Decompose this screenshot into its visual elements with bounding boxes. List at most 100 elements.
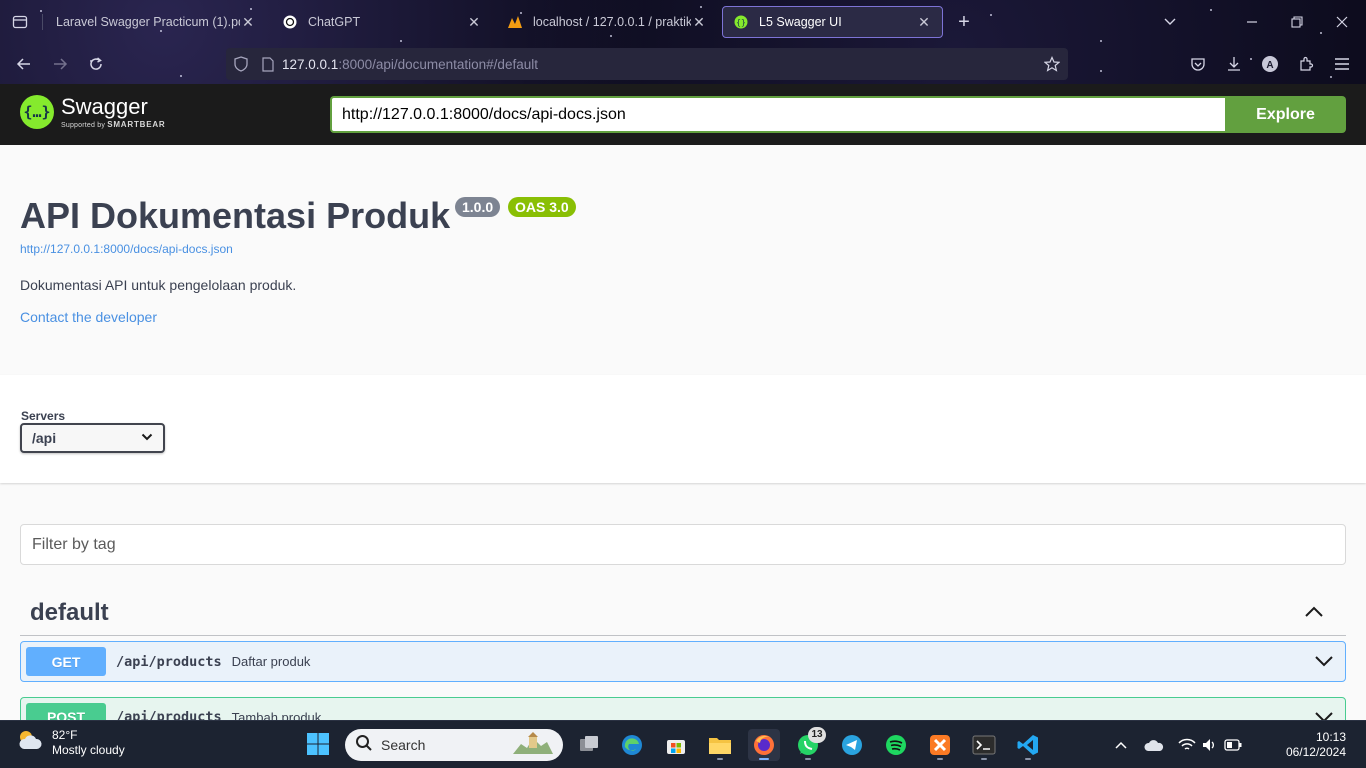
page-title: API Dokumentasi Produk bbox=[20, 195, 451, 236]
system-tray bbox=[1114, 721, 1242, 768]
version-badge: 1.0.0 bbox=[455, 197, 501, 217]
tab-phpmyadmin[interactable]: localhost / 127.0.0.1 / praktikum ✕ bbox=[497, 6, 717, 38]
vscode-icon[interactable] bbox=[1012, 729, 1044, 761]
svg-text:{}: {} bbox=[736, 18, 746, 27]
account-icon[interactable]: A bbox=[1256, 50, 1284, 78]
contact-link[interactable]: Contact the developer bbox=[20, 309, 157, 325]
phpmyadmin-icon bbox=[507, 14, 523, 30]
url-path: :8000/api/documentation#/default bbox=[338, 56, 538, 72]
servers-select[interactable]: /api bbox=[20, 423, 165, 453]
task-view-icon[interactable] bbox=[573, 729, 605, 761]
close-window-icon[interactable] bbox=[1328, 8, 1356, 36]
telegram-icon[interactable] bbox=[836, 729, 868, 761]
search-label: Search bbox=[381, 737, 426, 753]
new-tab-icon[interactable]: + bbox=[950, 8, 978, 36]
operation-summary: Daftar produk bbox=[231, 654, 311, 669]
windows-taskbar: 82°F Mostly cloudy Search 13 10:13 06/12… bbox=[0, 720, 1366, 768]
address-bar[interactable]: 127.0.0.1:8000/api/documentation#/defaul… bbox=[226, 48, 1068, 80]
swagger-logo[interactable]: {…} Swagger Supported by SMARTBEAR bbox=[20, 95, 166, 129]
swagger-logo-icon: {…} bbox=[20, 95, 54, 129]
windows-start-icon[interactable] bbox=[306, 732, 332, 758]
pocket-icon[interactable] bbox=[1184, 50, 1212, 78]
tag-header-default[interactable]: default bbox=[20, 590, 1346, 636]
explore-button[interactable]: Explore bbox=[1225, 96, 1346, 133]
close-icon[interactable]: ✕ bbox=[466, 14, 482, 31]
tab-bar: Laravel Swagger Practicum (1).pdf ✕ Chat… bbox=[0, 0, 1366, 44]
shield-icon[interactable] bbox=[234, 56, 248, 72]
firefox-icon[interactable] bbox=[748, 729, 780, 761]
bookmark-star-icon[interactable] bbox=[1044, 56, 1060, 72]
back-icon[interactable] bbox=[10, 50, 38, 78]
url-text: 127.0.0.1:8000/api/documentation#/defaul… bbox=[282, 57, 538, 72]
minimize-icon[interactable] bbox=[1238, 8, 1266, 36]
reload-icon[interactable] bbox=[82, 50, 110, 78]
navigation-bar: 127.0.0.1:8000/api/documentation#/defaul… bbox=[0, 44, 1366, 84]
tag-name: default bbox=[30, 598, 109, 626]
weather-widget[interactable]: 82°F Mostly cloudy bbox=[16, 727, 125, 758]
chevron-down-icon bbox=[141, 433, 153, 444]
clock-time: 10:13 bbox=[1315, 730, 1346, 744]
tab-swagger[interactable]: {} L5 Swagger UI ✕ bbox=[722, 6, 943, 38]
logo-subtitle: Supported by SMARTBEAR bbox=[61, 120, 166, 129]
swagger-topbar: {…} Swagger Supported by SMARTBEAR Explo… bbox=[0, 84, 1366, 145]
onedrive-cloud-icon[interactable] bbox=[1144, 738, 1164, 752]
close-icon[interactable]: ✕ bbox=[691, 14, 707, 31]
restore-icon[interactable] bbox=[1283, 8, 1311, 36]
api-info: API Dokumentasi Produk 1.0.0 OAS 3.0 htt… bbox=[0, 145, 1366, 375]
logo-sub-brand: SMARTBEAR bbox=[107, 119, 166, 129]
extensions-icon[interactable] bbox=[1292, 50, 1320, 78]
edge-icon[interactable] bbox=[616, 729, 648, 761]
tab-title: ChatGPT bbox=[308, 15, 361, 29]
xampp-icon[interactable] bbox=[924, 729, 956, 761]
weather-desc: Mostly cloudy bbox=[52, 742, 125, 757]
file-explorer-icon[interactable] bbox=[704, 729, 736, 761]
chevron-down-icon[interactable] bbox=[1156, 8, 1184, 36]
servers-section: Servers /api bbox=[0, 375, 1366, 483]
chevron-up-icon[interactable] bbox=[1302, 600, 1326, 624]
search-highlight-icon bbox=[511, 730, 555, 761]
whatsapp-notification-badge: 13 bbox=[808, 727, 826, 743]
operation-path: /api/products bbox=[116, 653, 222, 670]
explore-form: Explore bbox=[330, 96, 1346, 133]
store-icon[interactable] bbox=[660, 729, 692, 761]
close-icon[interactable]: ✕ bbox=[240, 14, 256, 31]
forward-icon[interactable] bbox=[46, 50, 74, 78]
tab-list-icon[interactable] bbox=[6, 8, 34, 36]
menu-icon[interactable] bbox=[1328, 50, 1356, 78]
servers-selected-value: /api bbox=[32, 430, 57, 446]
tab-pdf[interactable]: Laravel Swagger Practicum (1).pdf ✕ bbox=[46, 6, 266, 38]
tab-title: L5 Swagger UI bbox=[759, 15, 842, 29]
download-icon[interactable] bbox=[1220, 50, 1248, 78]
clock-date: 06/12/2024 bbox=[1285, 745, 1346, 759]
page-icon[interactable] bbox=[262, 56, 274, 72]
chevron-up-icon[interactable] bbox=[1114, 740, 1128, 750]
swagger-icon: {} bbox=[733, 14, 749, 30]
logo-name: Swagger bbox=[61, 93, 148, 119]
taskbar-search[interactable]: Search bbox=[345, 729, 563, 761]
browser-chrome: Laravel Swagger Practicum (1).pdf ✕ Chat… bbox=[0, 0, 1366, 84]
filter-by-tag-input[interactable] bbox=[20, 524, 1346, 565]
svg-text:A: A bbox=[1266, 60, 1273, 71]
battery-icon[interactable] bbox=[1224, 739, 1242, 751]
logo-sub-prefix: Supported by bbox=[61, 121, 106, 129]
method-badge: GET bbox=[26, 647, 106, 676]
tab-title: Laravel Swagger Practicum (1).pdf bbox=[56, 15, 240, 29]
wifi-icon[interactable] bbox=[1178, 738, 1196, 752]
spotify-icon[interactable] bbox=[880, 729, 912, 761]
terminal-icon[interactable] bbox=[968, 729, 1000, 761]
search-icon bbox=[355, 734, 373, 757]
cloud-sun-icon bbox=[16, 727, 44, 758]
weather-temp: 82°F bbox=[52, 727, 78, 742]
servers-label: Servers bbox=[21, 409, 66, 423]
operation-get-products[interactable]: GET /api/products Daftar produk bbox=[20, 641, 1346, 682]
chatgpt-icon bbox=[282, 14, 298, 30]
taskbar-clock[interactable]: 10:13 06/12/2024 bbox=[1286, 730, 1346, 760]
chevron-down-icon[interactable] bbox=[1313, 650, 1335, 672]
url-host: 127.0.0.1 bbox=[282, 56, 339, 72]
spec-url-link[interactable]: http://127.0.0.1:8000/docs/api-docs.json bbox=[20, 242, 233, 256]
tab-chatgpt[interactable]: ChatGPT ✕ bbox=[272, 6, 492, 38]
volume-icon[interactable] bbox=[1202, 738, 1218, 752]
close-icon[interactable]: ✕ bbox=[916, 14, 932, 31]
spec-url-input[interactable] bbox=[330, 96, 1225, 133]
api-description: Dokumentasi API untuk pengelolaan produk… bbox=[20, 277, 297, 293]
